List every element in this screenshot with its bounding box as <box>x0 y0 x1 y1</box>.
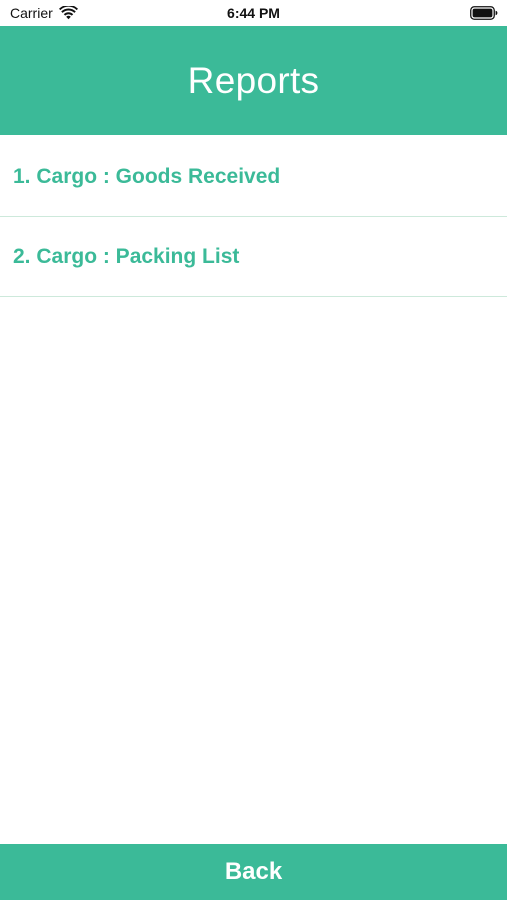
report-list: 1. Cargo : Goods Received 2. Cargo : Pac… <box>0 137 507 297</box>
report-item-label: 1. Cargo : Goods Received <box>13 164 281 188</box>
status-time: 6:44 PM <box>227 5 280 21</box>
back-button[interactable]: Back <box>0 844 507 900</box>
header-bar: Reports <box>0 26 507 135</box>
back-button-label: Back <box>224 858 283 885</box>
report-item-packing-list[interactable]: 2. Cargo : Packing List <box>0 217 507 297</box>
report-item-goods-received[interactable]: 1. Cargo : Goods Received <box>0 137 507 217</box>
report-item-label: 2. Cargo : Packing List <box>13 244 240 268</box>
battery-full-icon <box>470 6 498 20</box>
status-bar: Carrier 6:44 PM <box>0 0 507 26</box>
reports-screen: Carrier 6:44 PM Reports 1. Cargo : Goods… <box>0 0 507 900</box>
page-title: Reports <box>187 59 320 101</box>
